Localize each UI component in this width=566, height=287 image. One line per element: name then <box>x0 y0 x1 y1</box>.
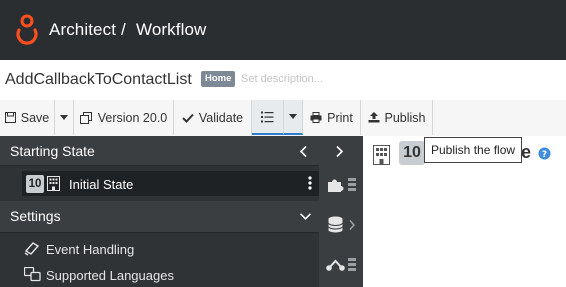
panel-dropdown-button[interactable] <box>284 100 303 135</box>
versions-icon <box>79 111 92 124</box>
flow-path-icon[interactable] <box>326 258 345 272</box>
breadcrumb-architect[interactable]: Architect <box>49 20 116 40</box>
print-label: Print <box>327 110 353 125</box>
chevron-right-small-icon[interactable] <box>349 220 355 230</box>
initial-state-row[interactable] <box>22 171 319 196</box>
database-icon[interactable] <box>328 216 343 233</box>
drag-handle-icon[interactable] <box>348 178 356 191</box>
svg-text:?: ? <box>542 150 547 160</box>
more-vertical-icon[interactable] <box>308 176 312 190</box>
settings-header[interactable]: Settings <box>0 201 319 233</box>
version-button[interactable]: Version 20.0 <box>74 100 174 135</box>
building-icon <box>373 145 390 165</box>
canvas-state-number-badge: 10 <box>399 141 425 165</box>
puzzle-icon[interactable] <box>327 176 344 193</box>
genesys-logo-icon[interactable] <box>16 14 38 46</box>
languages-icon <box>24 267 41 282</box>
home-badge: Home <box>201 71 236 87</box>
caret-down-icon <box>60 115 68 120</box>
upload-icon <box>368 112 379 123</box>
settings-item-event-handling[interactable]: Event Handling <box>46 242 134 257</box>
state-number-badge: 10 <box>26 175 44 193</box>
toggle-panel-button[interactable] <box>252 100 284 135</box>
settings-title: Settings <box>10 208 61 224</box>
initial-state-label: Initial State <box>69 177 134 192</box>
flow-name: AddCallbackToContactList <box>5 71 192 88</box>
breadcrumb-separator: / <box>121 20 126 39</box>
event-handling-icon <box>24 242 40 256</box>
caret-down-icon <box>289 114 297 119</box>
starting-state-header[interactable]: Starting State <box>0 136 319 166</box>
save-label: Save <box>20 110 50 125</box>
chevron-down-icon[interactable] <box>300 213 311 220</box>
list-icon <box>261 111 274 122</box>
breadcrumb-workflow: Workflow <box>136 20 207 39</box>
version-label: Version 20.0 <box>97 110 168 125</box>
publish-label: Publish <box>384 110 426 125</box>
publish-tooltip: Publish the flow <box>424 137 523 163</box>
description-input[interactable]: Set description... <box>241 73 323 85</box>
starting-state-title: Starting State <box>10 143 95 159</box>
check-icon <box>182 113 194 123</box>
building-icon <box>47 176 60 191</box>
settings-item-supported-languages[interactable]: Supported Languages <box>46 268 174 283</box>
save-button[interactable]: Save <box>0 100 55 135</box>
validate-label: Validate <box>198 110 244 125</box>
validate-button[interactable]: Validate <box>174 100 252 135</box>
save-dropdown-button[interactable] <box>55 100 74 135</box>
print-button[interactable]: Print <box>303 100 361 135</box>
help-icon[interactable]: ? <box>538 147 551 160</box>
save-icon <box>4 112 16 123</box>
chevron-right-icon[interactable] <box>336 146 343 157</box>
print-icon <box>310 112 322 123</box>
canvas-state-title: e <box>521 142 532 162</box>
publish-button[interactable]: Publish <box>361 100 433 135</box>
chevron-left-icon[interactable] <box>300 146 307 157</box>
drag-handle-icon[interactable] <box>348 258 356 271</box>
